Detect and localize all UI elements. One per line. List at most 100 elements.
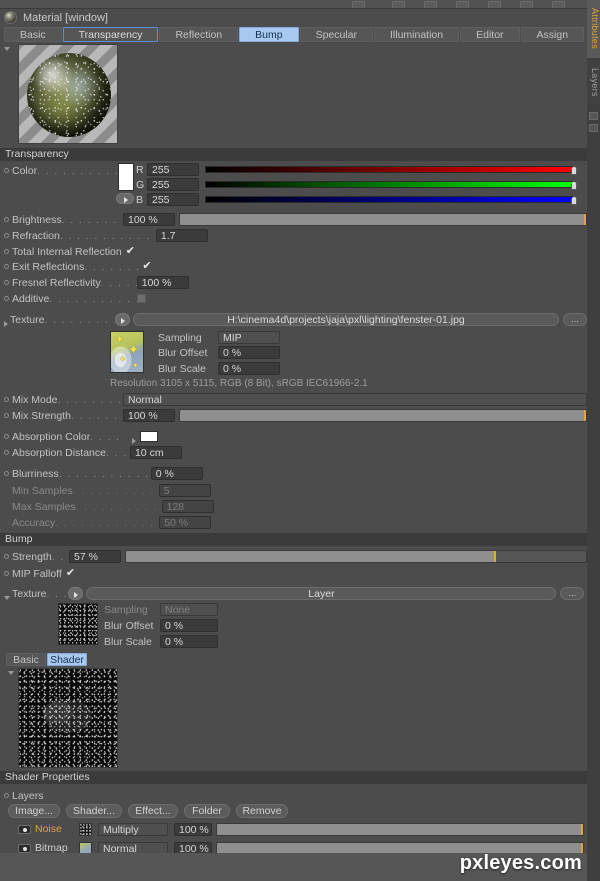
bump-texture-collapse-arrow-icon[interactable] xyxy=(4,595,10,600)
total-internal-reflection-checkbox[interactable]: ✔ xyxy=(126,246,135,257)
toolbar-icon-4[interactable] xyxy=(456,1,469,8)
mix-strength-slider[interactable] xyxy=(179,409,587,422)
channel-g-handle[interactable] xyxy=(571,181,577,190)
tab-assign[interactable]: Assign xyxy=(520,27,585,42)
transparency-texture-menu-button[interactable] xyxy=(115,313,130,326)
transparency-texture-path-field[interactable]: H:\cinema4d\projects\jaja\pxl\lighting\f… xyxy=(133,313,559,326)
mix-strength-slider-knob[interactable] xyxy=(584,410,586,421)
absorption-distance-input[interactable]: 10 cm xyxy=(129,446,182,459)
brightness-slider[interactable] xyxy=(179,213,587,226)
refraction-input[interactable]: 1.7 xyxy=(155,229,208,242)
folder-button[interactable]: Folder xyxy=(184,803,230,818)
absorption-color-swatch[interactable] xyxy=(140,431,159,442)
channel-input-g[interactable]: 255 xyxy=(147,178,199,191)
toolbar-icon-7[interactable] xyxy=(552,1,565,8)
fresnel-reflectivity-input[interactable]: 100 % xyxy=(136,276,189,289)
toolbar-icon-3[interactable] xyxy=(424,1,437,8)
tab-reflection[interactable]: Reflection xyxy=(159,27,239,42)
channel-input-b[interactable]: 255 xyxy=(147,193,199,206)
dock-tab-layers[interactable]: Layers xyxy=(587,60,600,104)
tab-specular[interactable]: Specular xyxy=(299,27,374,42)
toolbar-icon-2[interactable] xyxy=(392,1,405,8)
bump-blur-scale-input[interactable]: 0 % xyxy=(160,635,218,648)
fresnel-anim-dot[interactable] xyxy=(4,280,9,285)
tab-transparency[interactable]: Transparency xyxy=(62,27,159,42)
mix-strength-label: Mix Strength xyxy=(12,409,71,422)
channel-b-handle[interactable] xyxy=(571,196,577,205)
mix-mode-anim-dot[interactable] xyxy=(4,397,9,402)
color-anim-dot[interactable] xyxy=(4,168,9,173)
mip-falloff-anim-dot[interactable] xyxy=(4,571,9,576)
transparency-texture-label: Texture xyxy=(10,313,45,326)
additive-checkbox[interactable] xyxy=(137,294,147,303)
toolbar-icon-1[interactable] xyxy=(352,1,365,8)
color-swatch[interactable] xyxy=(118,163,134,191)
layer-opacity-knob-noise[interactable] xyxy=(581,823,583,835)
dock-tab-attributes[interactable]: Attributes xyxy=(587,0,600,58)
transparency-blur-offset-input[interactable]: 0 % xyxy=(218,346,280,359)
channel-gradient-g[interactable] xyxy=(205,181,577,190)
shader-preview-collapse-arrow-icon[interactable] xyxy=(8,671,14,675)
blurriness-anim-dot[interactable] xyxy=(4,471,9,476)
absorption-distance-anim-dot[interactable] xyxy=(4,450,9,455)
mix-strength-input[interactable]: 100 % xyxy=(123,409,175,422)
layer-visibility-icon[interactable] xyxy=(18,824,31,834)
layer-visibility-icon[interactable] xyxy=(18,843,31,853)
remove-button[interactable]: Remove xyxy=(236,803,288,818)
bump-strength-input[interactable]: 57 % xyxy=(69,550,121,563)
shader-button[interactable]: Shader... xyxy=(66,803,122,818)
layer-thumbnail-noise[interactable] xyxy=(79,822,92,836)
toolbar-icon-6[interactable] xyxy=(520,1,533,8)
accuracy-row: Accuracy . . . . . . . . . . . . . 50 % xyxy=(0,515,587,530)
bump-strength-anim-dot[interactable] xyxy=(4,554,9,559)
transparency-texture-expand-arrow-icon[interactable] xyxy=(4,320,8,327)
tir-anim-dot[interactable] xyxy=(4,249,9,254)
channel-input-r[interactable]: 255 xyxy=(147,163,199,176)
brightness-input[interactable]: 100 % xyxy=(123,213,175,226)
table-row[interactable]: Noise Multiply 100 % xyxy=(0,821,587,837)
channel-gradient-b[interactable] xyxy=(205,196,577,205)
layer-blend-dropdown-noise[interactable]: Multiply xyxy=(98,822,168,836)
shader-tab-basic[interactable]: Basic xyxy=(6,653,46,666)
additive-anim-dot[interactable] xyxy=(4,296,9,301)
transparency-texture-browse-button[interactable]: ... xyxy=(563,313,587,326)
absorption-color-anim-dot[interactable] xyxy=(4,434,9,439)
brightness-slider-knob[interactable] xyxy=(584,214,586,225)
color-picker-toggle-button[interactable] xyxy=(116,193,134,204)
exit-reflections-anim-dot[interactable] xyxy=(4,264,9,269)
mix-strength-anim-dot[interactable] xyxy=(4,413,9,418)
absorption-color-expand-arrow-icon[interactable] xyxy=(132,437,137,444)
transparency-sampling-dropdown[interactable]: MIP xyxy=(218,331,280,344)
bump-texture-menu-button[interactable] xyxy=(68,587,84,600)
bump-texture-browse-button[interactable]: ... xyxy=(560,587,585,600)
toolbar-icon-5[interactable] xyxy=(488,1,501,8)
tab-illumination[interactable]: Illumination xyxy=(374,27,460,42)
tab-editor[interactable]: Editor xyxy=(460,27,520,42)
layer-opacity-slider-noise[interactable] xyxy=(216,822,584,836)
transparency-texture-row: Texture . . . . . . . . . . . . . H:\cin… xyxy=(0,312,587,327)
refraction-anim-dot[interactable] xyxy=(4,233,9,238)
tab-bump[interactable]: Bump xyxy=(239,27,299,42)
exit-reflections-checkbox[interactable]: ✔ xyxy=(142,261,151,272)
layer-name-noise[interactable]: Noise xyxy=(35,823,79,835)
layer-opacity-input-noise[interactable]: 100 % xyxy=(174,822,212,836)
layers-anim-dot[interactable] xyxy=(4,793,9,798)
effect-button[interactable]: Effect... xyxy=(128,803,178,818)
shader-tab-shader[interactable]: Shader xyxy=(47,653,87,666)
tab-basic[interactable]: Basic xyxy=(4,27,62,42)
dock-button-2[interactable] xyxy=(589,124,598,132)
bump-strength-slider[interactable] xyxy=(125,550,587,563)
bump-texture-value-field[interactable]: Layer xyxy=(86,587,557,600)
mip-falloff-checkbox[interactable]: ✔ xyxy=(66,568,75,579)
brightness-anim-dot[interactable] xyxy=(4,217,9,222)
transparency-blur-scale-input[interactable]: 0 % xyxy=(218,362,280,375)
preview-collapse-arrow-icon[interactable] xyxy=(4,47,10,51)
mix-mode-dropdown[interactable]: Normal xyxy=(123,393,587,406)
dock-button-1[interactable] xyxy=(589,112,598,120)
image-button[interactable]: Image... xyxy=(8,803,60,818)
bump-blur-offset-input[interactable]: 0 % xyxy=(160,619,218,632)
bump-strength-slider-knob[interactable] xyxy=(494,551,496,562)
channel-r-handle[interactable] xyxy=(571,166,577,175)
channel-gradient-r[interactable] xyxy=(205,166,577,175)
blurriness-input[interactable]: 0 % xyxy=(150,467,203,480)
